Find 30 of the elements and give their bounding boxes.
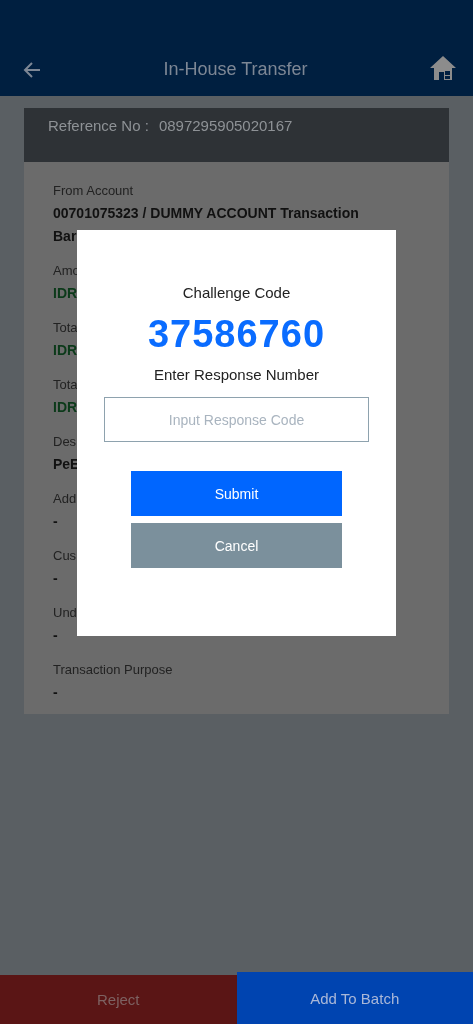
field-label: Tota [53, 319, 78, 337]
field-label: Transaction Purpose [53, 661, 173, 679]
field-value: - [53, 512, 58, 531]
reference-label: Reference No : [48, 117, 149, 136]
field-label: Tota [53, 376, 78, 394]
field-label: Cus [53, 547, 77, 565]
field-value: Bar [53, 227, 77, 246]
home-icon[interactable] [429, 54, 457, 82]
cancel-button[interactable]: Cancel [131, 523, 342, 568]
amount-value: IDR [53, 341, 78, 360]
challenge-code: 37586760 [147, 313, 326, 356]
reject-button[interactable]: Reject [0, 975, 237, 1024]
field-value: - [53, 626, 58, 645]
screen-title: In-House Transfer [162, 59, 309, 80]
reference-number: 0897295905020167 [158, 117, 293, 136]
field-label: Des [53, 433, 77, 451]
field-value: - [53, 569, 58, 588]
response-input-field[interactable]: Input Response Code [104, 397, 369, 442]
field-label: From Account [53, 182, 134, 200]
amount-value: IDR [53, 398, 78, 417]
response-prompt: Enter Response Number [153, 366, 320, 383]
amount-value: IDR [53, 284, 78, 303]
submit-button[interactable]: Submit [131, 471, 342, 516]
field-label: Add [53, 490, 77, 508]
field-value: 00701075323 / DUMMY ACCOUNT Transaction [53, 204, 359, 223]
add-to-batch-button[interactable]: Add To Batch [236, 972, 473, 1024]
field-value: - [53, 683, 58, 702]
back-arrow-icon[interactable] [22, 60, 42, 80]
dialog-title: Challenge Code [182, 284, 291, 301]
field-label: Und [53, 604, 77, 622]
